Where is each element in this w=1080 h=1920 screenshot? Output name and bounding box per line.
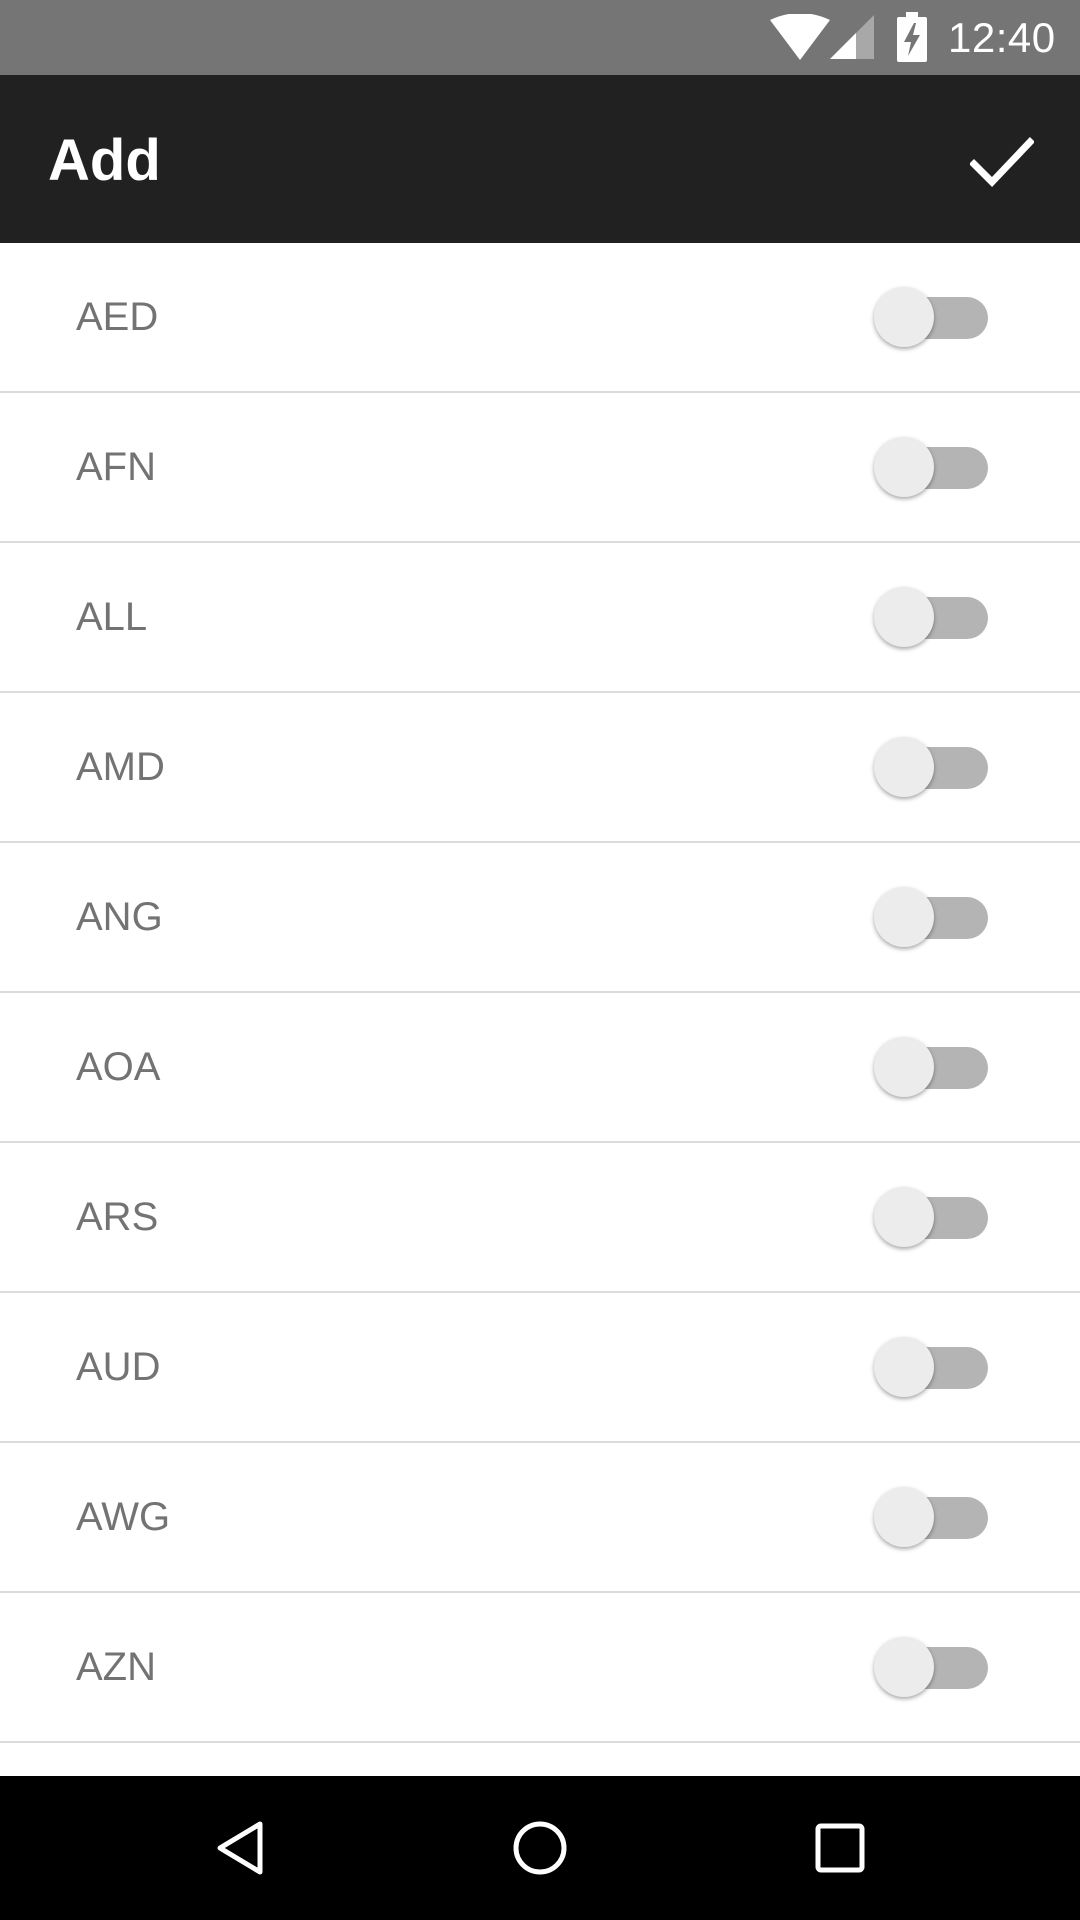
toggle-thumb [874,587,934,647]
toggle-thumb [874,887,934,947]
toggle-thumb [874,1337,934,1397]
confirm-button[interactable] [960,120,1044,204]
toggle-all[interactable] [872,585,992,649]
recents-icon [815,1823,865,1873]
currency-row-ang[interactable]: ANG [0,843,1080,993]
currency-row-aoa[interactable]: AOA [0,993,1080,1143]
toggle-thumb [874,1637,934,1697]
toggle-thumb [874,1487,934,1547]
toggle-thumb [874,287,934,347]
wifi-icon [770,14,830,60]
toggle-amd[interactable] [872,735,992,799]
currency-row-awg[interactable]: AWG [0,1443,1080,1593]
toggle-aed[interactable] [872,285,992,349]
toggle-aud[interactable] [872,1335,992,1399]
currency-row-amd[interactable]: AMD [0,693,1080,843]
currency-code: ANG [76,895,163,939]
toggle-aoa[interactable] [872,1035,992,1099]
currency-code: AOA [76,1045,161,1089]
currency-row-aud[interactable]: AUD [0,1293,1080,1443]
recents-button[interactable] [790,1798,890,1898]
currency-code: AZN [76,1645,156,1689]
currency-row-ars[interactable]: ARS [0,1143,1080,1293]
toggle-ars[interactable] [872,1185,992,1249]
app-bar: Add [0,75,1080,243]
toggle-azn[interactable] [872,1635,992,1699]
currency-row-aed[interactable]: AED [0,243,1080,393]
currency-code: AFN [76,445,156,489]
battery-charging-icon [897,12,927,62]
currency-list: AED AFN ALL AMD ANG AOA ARS AUD AWG AZN [0,243,1080,1743]
cell-signal-icon [830,15,874,59]
screen: 12:40 Add AED AFN ALL AMD ANG AOA ARS AU… [0,0,1080,1920]
currency-row-all[interactable]: ALL [0,543,1080,693]
currency-row-azn[interactable]: AZN [0,1593,1080,1743]
status-time: 12:40 [948,14,1056,61]
currency-code: ARS [76,1195,159,1239]
back-icon [217,1821,263,1875]
toggle-thumb [874,437,934,497]
toggle-ang[interactable] [872,885,992,949]
page-title: Add [48,128,161,193]
checkmark-icon [970,137,1034,188]
toggle-afn[interactable] [872,435,992,499]
status-bar: 12:40 [0,0,1080,75]
toggle-awg[interactable] [872,1485,992,1549]
toggle-thumb [874,737,934,797]
back-button[interactable] [190,1798,290,1898]
navigation-bar [0,1776,1080,1920]
currency-code: AMD [76,745,165,789]
home-button[interactable] [490,1798,590,1898]
toggle-thumb [874,1187,934,1247]
currency-code: AED [76,295,159,339]
currency-code: AUD [76,1345,161,1389]
currency-row-afn[interactable]: AFN [0,393,1080,543]
toggle-thumb [874,1037,934,1097]
currency-code: AWG [76,1495,171,1539]
home-icon [513,1821,567,1875]
currency-code: ALL [76,595,148,639]
